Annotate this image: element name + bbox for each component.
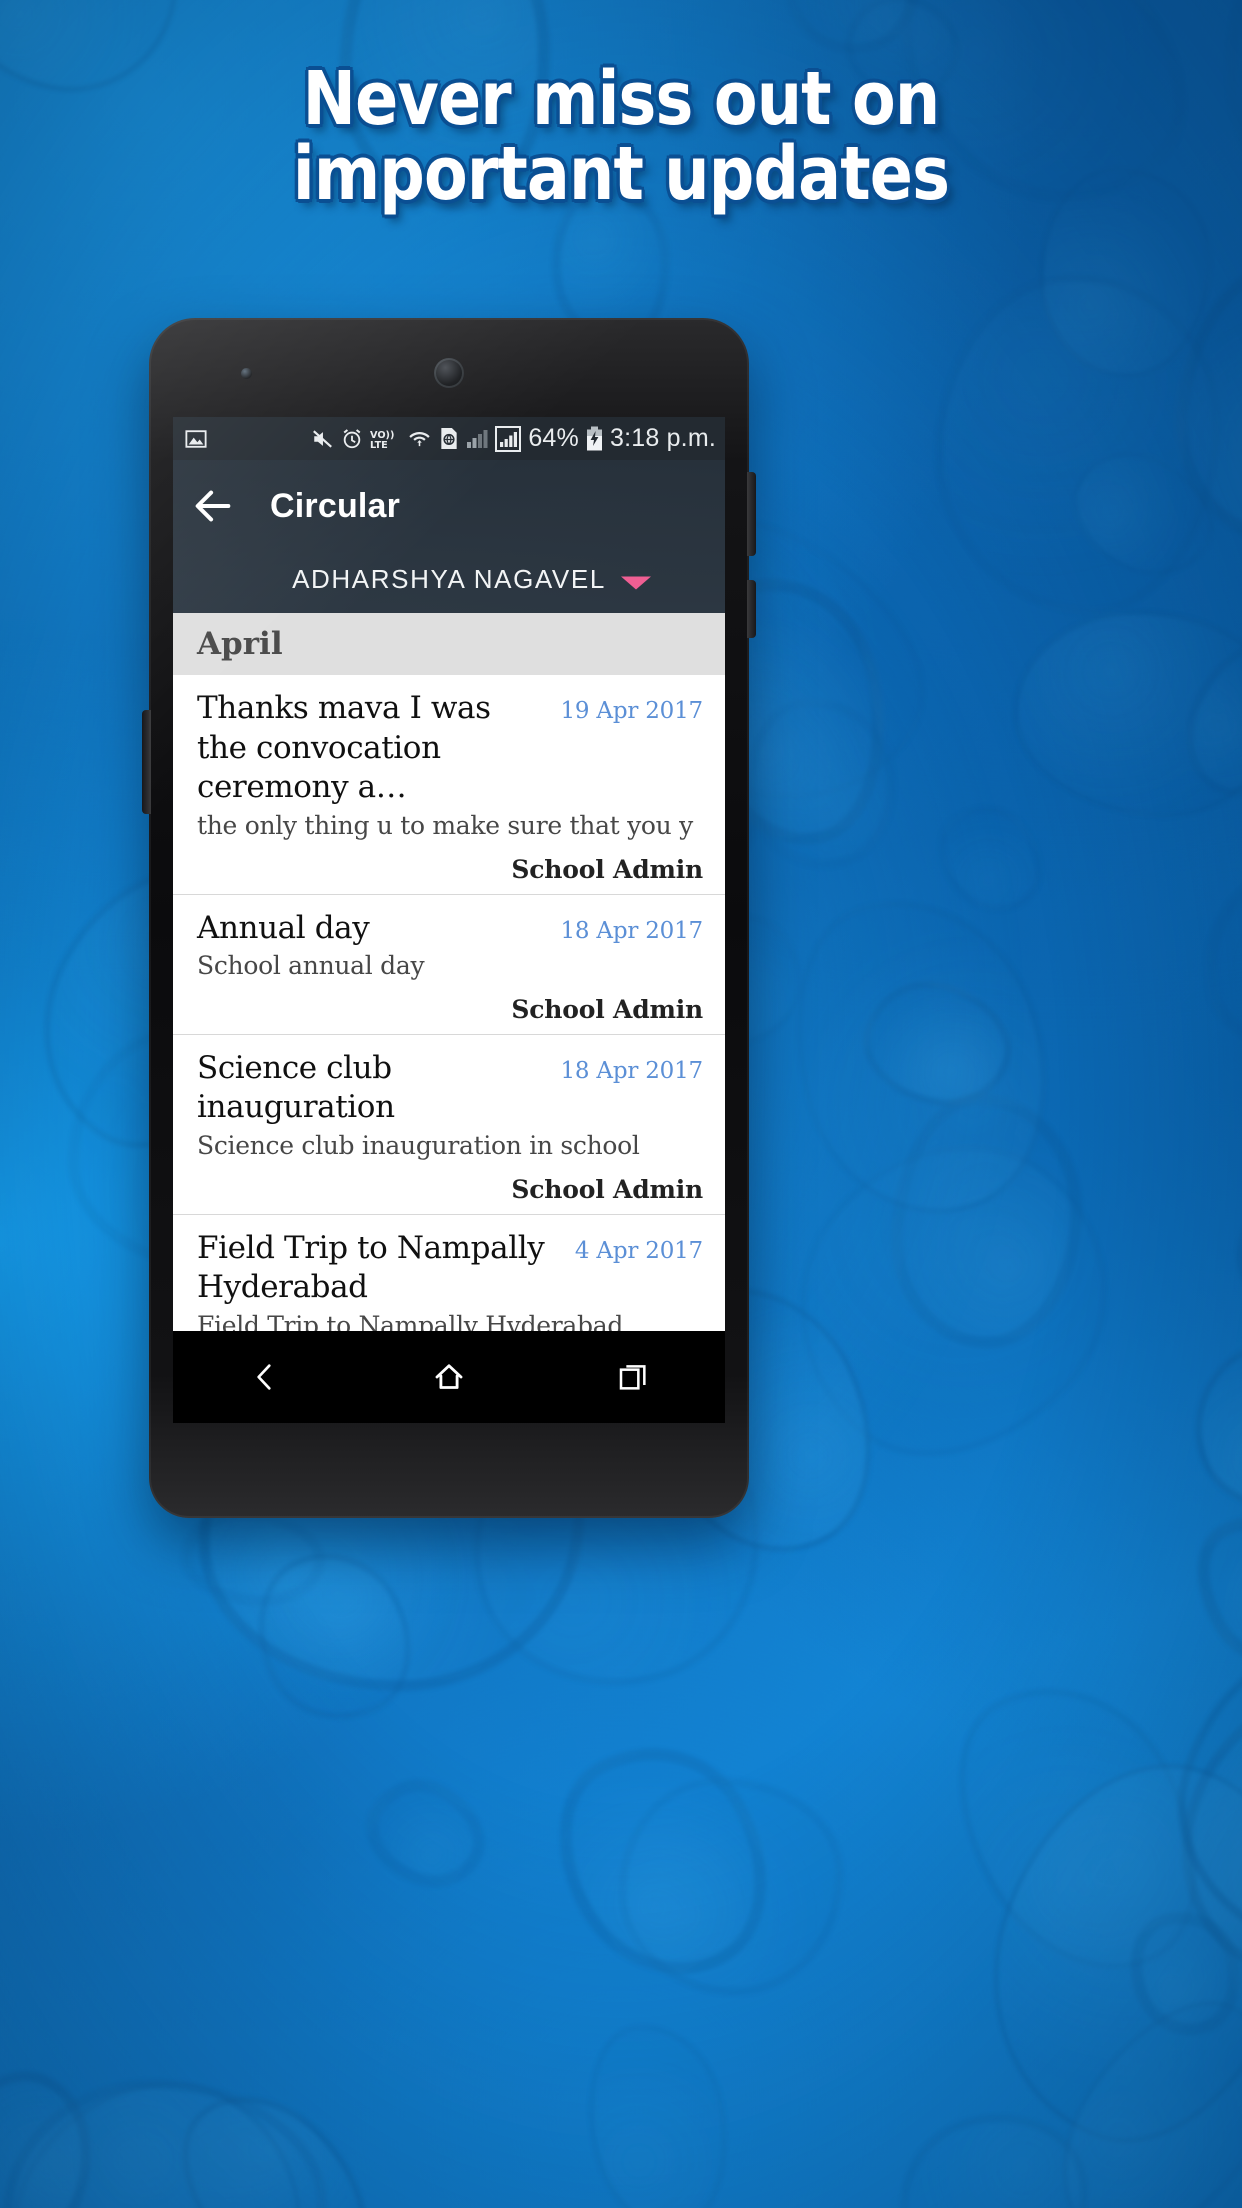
home-nav-icon[interactable] (426, 1354, 472, 1400)
alarm-icon (341, 428, 363, 450)
circular-list-item[interactable]: Science club inauguration 18 Apr 2017 Scie… (173, 1035, 725, 1215)
circular-date: 4 Apr 2017 (574, 1237, 703, 1264)
caret-down-icon[interactable] (621, 576, 651, 589)
headline-line-1: Never miss out on (302, 56, 941, 142)
circular-title: Thanks mava I was the convocation ceremo… (197, 690, 491, 806)
android-nav-bar (173, 1331, 725, 1423)
mute-icon (311, 428, 334, 450)
wifi-icon (407, 427, 432, 450)
signal-boxed-icon (495, 425, 522, 452)
volume-button[interactable] (747, 580, 756, 638)
status-bar: VO)) LTE 64% 3:18 p.m. (173, 417, 725, 460)
app-bar: Circular ADHARSHYA NAGAVEL (173, 460, 725, 613)
power-button[interactable] (747, 472, 756, 556)
circular-list-item[interactable]: Thanks mava I was the convocation ceremo… (173, 675, 725, 895)
svg-text:LTE: LTE (370, 439, 388, 450)
circular-description: Field Trip to Nampally Hyderabad (197, 1310, 624, 1331)
back-nav-icon[interactable] (242, 1354, 288, 1400)
battery-percentage: 64% (528, 424, 579, 452)
circular-list-item[interactable]: Annual day 18 Apr 2017 School annual day Sc… (173, 895, 725, 1035)
circular-author: School Admin (511, 854, 703, 884)
circular-date: 19 Apr 2017 (560, 698, 703, 724)
student-selector[interactable]: ADHARSHYA NAGAVEL (173, 552, 725, 613)
circular-author: School Admin (511, 1174, 703, 1204)
image-icon (185, 428, 207, 450)
month-section-header: April (173, 613, 725, 675)
circular-description: the only thing u to make sure that you y (197, 811, 693, 841)
left-side-button[interactable] (142, 710, 151, 814)
clock-time: 3:18 p.m. (609, 424, 716, 452)
sim-globe-icon (439, 427, 459, 450)
circular-title: Science club inauguration (197, 1049, 395, 1126)
circular-date: 18 Apr 2017 (560, 1057, 703, 1084)
circular-list-item[interactable]: Field Trip to Nampally Hyderabad 4 Apr 20… (173, 1215, 725, 1331)
headline-line-2: important updates (292, 131, 950, 218)
page-title: Circular (270, 486, 401, 525)
promo-headline: Never miss out on important updates (87, 56, 1155, 218)
phone-screen: VO)) LTE 64% 3:18 p.m. Circular ADHARSHY… (173, 417, 725, 1331)
signal-icon (466, 429, 488, 449)
student-name: ADHARSHYA NAGAVEL (292, 564, 606, 594)
circular-title: Field Trip to Nampally Hyderabad (197, 1229, 545, 1306)
circular-date: 18 Apr 2017 (560, 917, 703, 944)
back-arrow-icon[interactable] (190, 483, 236, 529)
circular-description: Science club inauguration in school (197, 1131, 640, 1161)
circular-description: School annual day (197, 951, 425, 981)
circular-title: Annual day (197, 909, 370, 946)
earpiece-speaker (434, 358, 464, 388)
phone-mockup: VO)) LTE 64% 3:18 p.m. Circular ADHARSHY… (142, 318, 756, 1518)
volte-icon: VO)) LTE (370, 427, 400, 451)
front-camera-icon (241, 368, 252, 379)
battery-charging-icon (586, 426, 603, 451)
circular-author: School Admin (511, 994, 703, 1024)
recents-nav-icon[interactable] (610, 1354, 656, 1400)
circular-list[interactable]: Thanks mava I was the convocation ceremo… (173, 675, 725, 1331)
